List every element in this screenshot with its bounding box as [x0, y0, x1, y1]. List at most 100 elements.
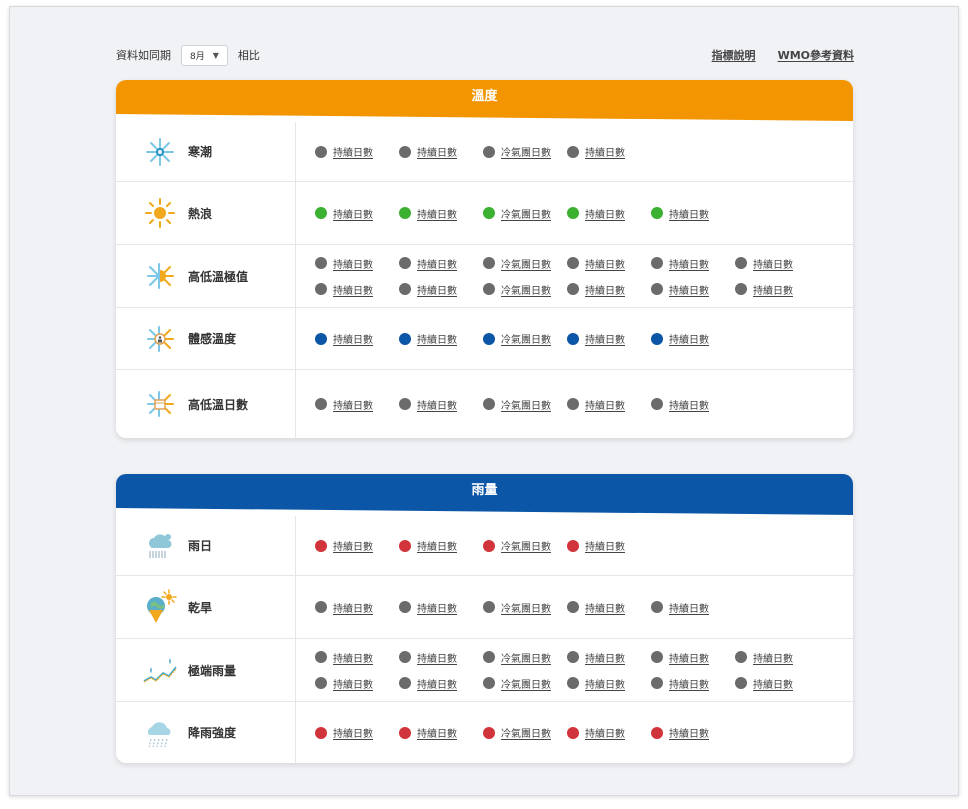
indicator-link[interactable]: 持續日數	[651, 397, 709, 412]
indicator-link[interactable]: 持續日數	[735, 676, 793, 691]
indicator-link[interactable]: 冷氣團日數	[483, 600, 551, 615]
indicator-link-text: 持續日數	[417, 400, 457, 412]
indicator-link[interactable]: 持續日數	[399, 725, 457, 740]
month-select[interactable]: 8月 ▼	[181, 44, 228, 66]
status-dot	[567, 601, 579, 613]
indicator-link-text: 持續日數	[669, 653, 709, 665]
indicator-row: 乾旱 持續日數 持續日數 冷氣團日數 持續日數 持續日數	[116, 575, 853, 638]
indicator-link[interactable]: 持續日數	[315, 256, 373, 271]
indicator-link-text: 持續日數	[417, 148, 457, 159]
indicator-link[interactable]: 持續日數	[399, 331, 457, 346]
indicator-link[interactable]: 持續日數	[399, 676, 457, 691]
indicator-link-text: 持續日數	[585, 209, 625, 221]
indicator-link-text: 持續日數	[585, 148, 625, 159]
indicator-link[interactable]: 持續日數	[567, 206, 625, 221]
indicator-link[interactable]: 持續日數	[651, 331, 709, 346]
indicator-row: 高低溫極值 持續日數 持續日數 冷氣團日數 持續日數 持續日數 持續日數 持續日數 持續日數 冷氣…	[116, 244, 853, 307]
status-dot	[399, 601, 411, 613]
status-dot	[399, 539, 411, 552]
indicator-link-text: 持續日數	[669, 679, 709, 691]
indicator-link[interactable]: 持續日數	[399, 282, 457, 297]
indicator-link[interactable]: 持續日數	[567, 600, 625, 615]
indicator-link[interactable]: 持續日數	[567, 256, 625, 271]
indicator-link[interactable]: 持續日數	[567, 676, 625, 691]
indicator-link-text: 持續日數	[585, 542, 625, 553]
indicator-link[interactable]: 持續日數	[399, 256, 457, 271]
status-dot	[567, 145, 579, 158]
status-dot	[735, 283, 747, 295]
indicator-link[interactable]: 持續日數	[651, 676, 709, 691]
indicator-link[interactable]: 持續日數	[399, 538, 457, 553]
indicator-link[interactable]: 持續日數	[567, 650, 625, 665]
status-dot	[483, 539, 495, 552]
indicator-link[interactable]: 持續日數	[315, 282, 373, 297]
indicator-link[interactable]: 冷氣團日數	[483, 282, 551, 297]
indicator-link[interactable]: 持續日數	[651, 600, 709, 615]
indicator-link[interactable]: 持續日數	[399, 144, 457, 159]
indicator-link[interactable]: 持續日數	[315, 331, 373, 346]
indicator-link-text: 持續日數	[585, 259, 625, 271]
status-dot	[399, 283, 411, 295]
indicator-link[interactable]: 持續日數	[567, 397, 625, 412]
indicator-name-cell: 降雨強度	[116, 702, 296, 763]
status-dot	[399, 207, 411, 219]
indicator-link[interactable]: 持續日數	[567, 331, 625, 346]
status-dot	[315, 207, 327, 219]
indicator-link[interactable]: 持續日數	[735, 282, 793, 297]
indicator-name-cell: 極端雨量	[116, 639, 296, 701]
indicator-link[interactable]: 冷氣團日數	[483, 397, 551, 412]
indicator-link-line: 持續日數 持續日數 冷氣團日數 持續日數 持續日數	[315, 720, 853, 746]
indicator-link[interactable]: 持續日數	[735, 650, 793, 665]
indicator-link[interactable]: 冷氣團日數	[483, 676, 551, 691]
indicator-link[interactable]: 持續日數	[315, 600, 373, 615]
indicator-label: 雨日	[188, 539, 213, 553]
indicator-link[interactable]: 冷氣團日數	[483, 206, 551, 221]
indicator-link[interactable]: 持續日數	[315, 144, 373, 159]
indicator-link[interactable]: 持續日數	[399, 206, 457, 221]
indicator-link[interactable]: 持續日數	[399, 650, 457, 665]
indicator-link[interactable]: 持續日數	[315, 676, 373, 691]
indicator-link[interactable]: 持續日數	[567, 282, 625, 297]
indicator-link-text: 持續日數	[417, 285, 457, 297]
indicator-link[interactable]: 冷氣團日數	[483, 256, 551, 271]
indicator-link-text: 持續日數	[753, 679, 793, 691]
status-dot	[651, 332, 663, 345]
status-dot	[651, 601, 663, 613]
indicator-link[interactable]: 持續日數	[567, 725, 625, 740]
indicator-link[interactable]: 持續日數	[399, 397, 457, 412]
indicator-link[interactable]: 持續日數	[315, 538, 373, 553]
indicator-link[interactable]: 冷氣團日數	[483, 331, 551, 346]
indicator-link-text: 持續日數	[585, 335, 625, 346]
status-dot	[483, 651, 495, 663]
indicator-link[interactable]: 持續日數	[567, 144, 625, 159]
status-dot	[567, 726, 579, 739]
indicator-link-text: 持續日數	[669, 285, 709, 297]
indicator-link[interactable]: 冷氣團日數	[483, 650, 551, 665]
indicator-link[interactable]: 持續日數	[651, 206, 709, 221]
indicator-link[interactable]: 持續日數	[315, 650, 373, 665]
indicator-link-line: 持續日數 持續日數 冷氣團日數 持續日數 持續日數	[315, 594, 853, 620]
indicator-link[interactable]: 持續日數	[651, 725, 709, 740]
indicator-link[interactable]: 持續日數	[399, 600, 457, 615]
indicator-link-text: 持續日數	[417, 603, 457, 615]
status-dot	[315, 651, 327, 663]
indicator-link[interactable]: 冷氣團日數	[483, 725, 551, 740]
indicator-link[interactable]: 冷氣團日數	[483, 538, 551, 553]
indicator-link-text: 冷氣團日數	[501, 259, 551, 271]
indicator-name-cell: 雨日	[116, 516, 296, 575]
indicator-link[interactable]: 持續日數	[315, 397, 373, 412]
indicator-link[interactable]: 冷氣團日數	[483, 144, 551, 159]
indicator-link[interactable]: 持續日數	[735, 256, 793, 271]
indicator-label: 熱浪	[188, 206, 213, 221]
guide-link[interactable]: 指標說明	[712, 47, 756, 63]
indicator-link[interactable]: 持續日數	[651, 650, 709, 665]
rain-intensity-icon	[142, 715, 178, 751]
indicator-link[interactable]: 持續日數	[315, 725, 373, 740]
indicator-link-line: 持續日數 持續日數 冷氣團日數 持續日數 持續日數 持續日數	[315, 250, 853, 276]
indicator-link[interactable]: 持續日數	[651, 282, 709, 297]
indicator-link[interactable]: 持續日數	[567, 538, 625, 553]
indicator-link[interactable]: 持續日數	[315, 206, 373, 221]
indicator-link[interactable]: 持續日數	[651, 256, 709, 271]
indicator-link-text: 持續日數	[417, 653, 457, 665]
wmo-link[interactable]: WMO參考資料	[778, 47, 854, 63]
